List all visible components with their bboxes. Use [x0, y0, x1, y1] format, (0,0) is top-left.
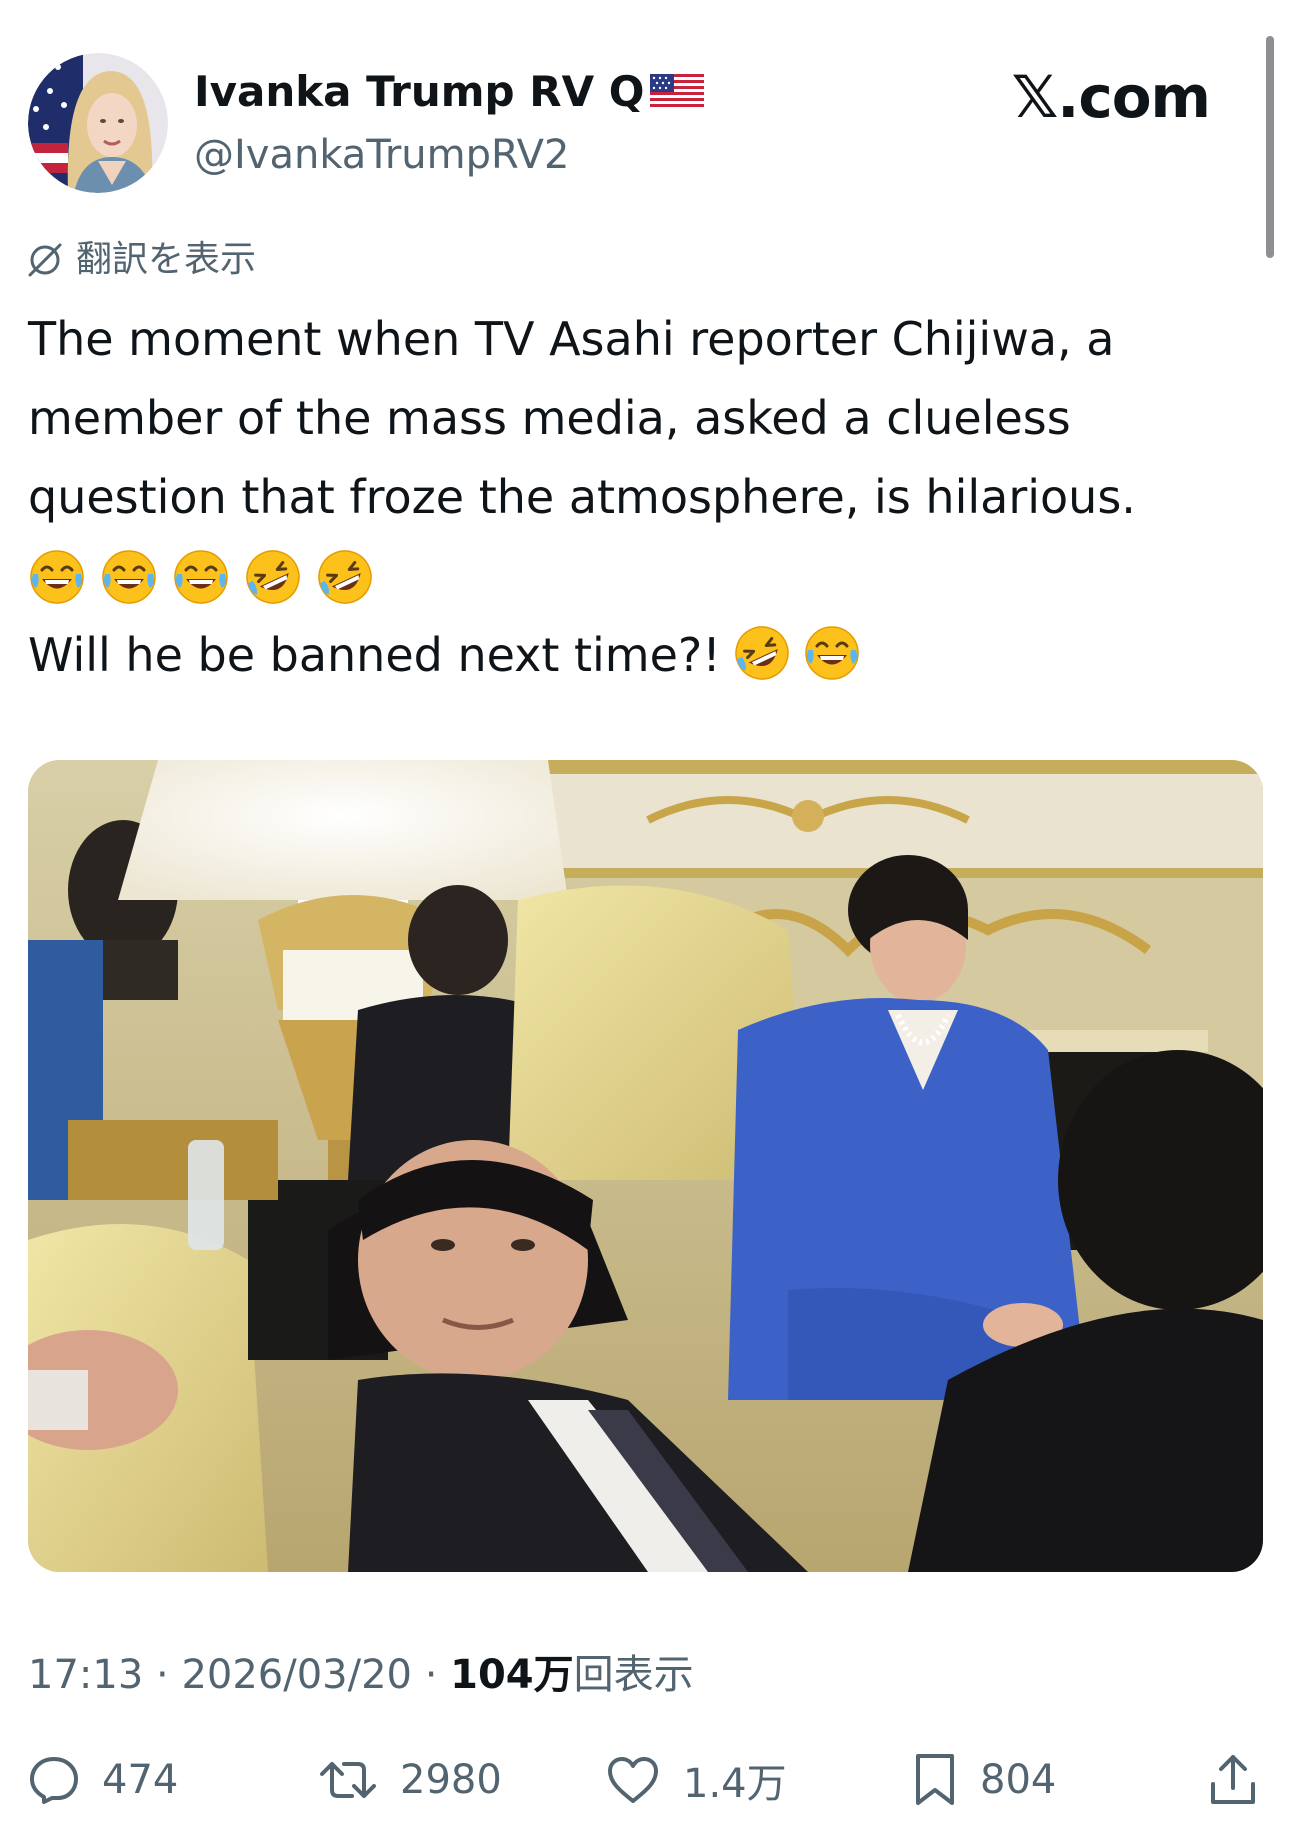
bookmark-icon — [912, 1752, 958, 1808]
user-handle[interactable]: @IvankaTrumpRV2 — [194, 130, 569, 180]
heart-icon — [605, 1754, 661, 1806]
us-flag-icon — [650, 74, 705, 110]
share-icon — [1208, 1752, 1258, 1808]
share-button[interactable] — [1208, 1745, 1258, 1815]
show-translation-link[interactable]: 翻訳を表示 — [26, 238, 256, 282]
tweet-line: member of the mass media, asked a cluele… — [28, 391, 1071, 445]
views-label: 回表示 — [573, 1652, 694, 1698]
tweet-line: question that froze the atmosphere, is h… — [28, 470, 1136, 524]
avatar[interactable] — [28, 53, 168, 193]
emoji-row — [28, 537, 1238, 616]
tweet-time[interactable]: 17:13 — [28, 1652, 143, 1698]
rolling-on-floor-laughing-emoji-icon — [316, 548, 374, 606]
display-name[interactable]: Ivanka Trump RV Q — [194, 66, 705, 118]
repost-button[interactable]: 2980 — [318, 1745, 502, 1815]
repost-count: 2980 — [400, 1757, 502, 1803]
meta-separator: · — [424, 1652, 438, 1698]
repost-icon — [318, 1754, 378, 1806]
tweet-text: The moment when TV Asahi reporter Chijiw… — [28, 300, 1238, 695]
globe-icon — [26, 241, 64, 279]
tears-of-joy-emoji-icon — [28, 548, 86, 606]
tweet-meta: 17:13 · 2026/03/20 · 104万回表示 — [28, 1650, 694, 1700]
tears-of-joy-emoji-icon — [100, 548, 158, 606]
views-count[interactable]: 104万 — [450, 1652, 574, 1698]
tweet-line: Will he be banned next time?! — [28, 616, 1238, 695]
tweet-photo[interactable] — [28, 760, 1263, 1572]
tweet-line: The moment when TV Asahi reporter Chijiw… — [28, 312, 1115, 366]
scrollbar[interactable] — [1266, 36, 1274, 258]
tweet-date[interactable]: 2026/03/20 — [181, 1652, 412, 1698]
tweet-last-line: Will he be banned next time?! — [28, 628, 721, 682]
rolling-on-floor-laughing-emoji-icon — [733, 624, 791, 682]
tears-of-joy-emoji-icon — [172, 548, 230, 606]
reply-icon — [28, 1754, 80, 1806]
reply-count: 474 — [102, 1757, 179, 1803]
x-logo: 𝕏.com — [1011, 63, 1211, 131]
display-name-text: Ivanka Trump RV Q — [194, 67, 645, 116]
tears-of-joy-emoji-icon — [803, 624, 861, 682]
meta-separator: · — [156, 1652, 169, 1698]
bookmark-count: 804 — [980, 1757, 1057, 1803]
like-count: 1.4万 — [683, 1761, 787, 1807]
bookmark-button[interactable]: 804 — [912, 1745, 1056, 1815]
show-translation-label: 翻訳を表示 — [76, 239, 257, 280]
like-button[interactable]: 1.4万 — [605, 1745, 787, 1815]
tweet-actions: 474 2980 1.4万 804 — [0, 1745, 1290, 1815]
rolling-on-floor-laughing-emoji-icon — [244, 548, 302, 606]
reply-button[interactable]: 474 — [28, 1745, 178, 1815]
